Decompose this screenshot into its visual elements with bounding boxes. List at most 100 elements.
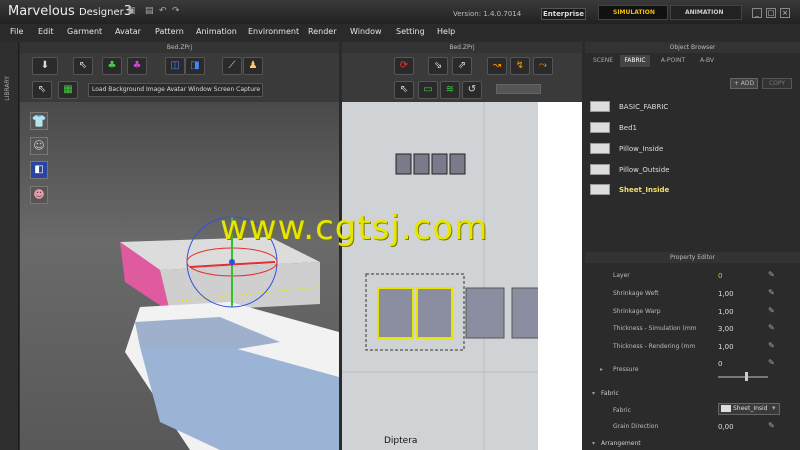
pattern-piece[interactable]: [431, 153, 448, 175]
gizmo-center[interactable]: [229, 259, 235, 265]
section-fabric[interactable]: Fabric: [601, 390, 619, 397]
viewport-3d[interactable]: [20, 102, 339, 450]
maximize-icon[interactable]: □: [766, 8, 776, 18]
open-folder-icon[interactable]: ▤: [145, 7, 156, 16]
fabric-item[interactable]: Pillow_Outside: [590, 161, 790, 179]
panel-title-3d: Bed.ZPrj: [20, 42, 339, 53]
prop-value[interactable]: 1,00: [718, 308, 734, 316]
seam-icon[interactable]: ⤳: [533, 57, 553, 75]
pattern-piece[interactable]: [465, 287, 505, 339]
menu-setting[interactable]: Setting: [396, 27, 425, 36]
fabric-swatch: [590, 143, 610, 154]
fold-icon[interactable]: ◫: [165, 57, 185, 75]
refresh-icon[interactable]: ⟳: [394, 57, 414, 75]
copy-button[interactable]: COPY: [762, 78, 792, 89]
avatar-pose-icon[interactable]: ♟: [243, 57, 263, 75]
pattern-piece[interactable]: [449, 153, 466, 175]
select-point-icon[interactable]: ⇖: [32, 81, 52, 99]
tab-scene[interactable]: SCENE: [588, 55, 618, 67]
redo-icon[interactable]: ↷: [172, 7, 183, 16]
menu-environment[interactable]: Environment: [248, 27, 299, 36]
internal-line-icon[interactable]: ⇖: [394, 81, 414, 99]
pattern-piece[interactable]: [413, 153, 430, 175]
menu-garment[interactable]: Garment: [67, 27, 102, 36]
curve-point-icon[interactable]: ↝: [487, 57, 507, 75]
texture-view-icon[interactable]: ◧: [30, 161, 48, 179]
menu-avatar[interactable]: Avatar: [115, 27, 141, 36]
menu-animation[interactable]: Animation: [196, 27, 237, 36]
measure-icon[interactable]: ⟋: [222, 57, 242, 75]
add-point-icon[interactable]: ↯: [510, 57, 530, 75]
pattern-piece-selected[interactable]: [377, 287, 414, 339]
unfold-icon[interactable]: ◨: [185, 57, 205, 75]
prop-value[interactable]: 0: [718, 272, 722, 280]
fabric-item[interactable]: Pillow_Inside: [590, 140, 790, 158]
prop-label: Layer: [613, 272, 630, 279]
prop-label: Grain Direction: [613, 423, 659, 430]
library-tab[interactable]: LIBRARY: [4, 76, 11, 101]
slider-control[interactable]: [496, 84, 541, 94]
pressure-slider-handle[interactable]: [745, 372, 748, 381]
prop-value[interactable]: 3,00: [718, 325, 734, 333]
avatar-view-icon[interactable]: ☺: [30, 137, 48, 155]
pattern-piece-selected[interactable]: [416, 287, 453, 339]
rectangle-icon[interactable]: ▭: [418, 81, 438, 99]
pin-icon[interactable]: ✎: [768, 341, 775, 350]
animation-mode-button[interactable]: ANIMATION: [670, 5, 742, 20]
tab-a-bv[interactable]: A-BV: [694, 55, 720, 67]
menu-render[interactable]: Render: [308, 27, 336, 36]
pattern-piece[interactable]: [511, 287, 541, 339]
fabric-item[interactable]: Bed1: [590, 119, 790, 137]
pin-icon[interactable]: ✎: [768, 358, 775, 367]
fabric-item-selected[interactable]: Sheet_Inside: [590, 181, 790, 199]
pin-icon[interactable]: ✎: [768, 288, 775, 297]
prop-value[interactable]: 0: [718, 360, 722, 368]
prop-value[interactable]: 1,00: [718, 290, 734, 298]
prop-label: Thickness - Rendering (mm: [613, 343, 696, 350]
expand-icon[interactable]: ▸: [600, 366, 603, 373]
menu-window[interactable]: Window: [350, 27, 382, 36]
fabric-select-swatch: [721, 405, 731, 412]
section-arrangement[interactable]: Arrangement: [601, 440, 641, 447]
garment-pin-icon[interactable]: ♣: [127, 57, 147, 75]
prop-value[interactable]: 1,00: [718, 343, 734, 351]
collapse-icon[interactable]: ▾: [592, 440, 595, 447]
garment-icon[interactable]: ♣: [102, 57, 122, 75]
prop-label: Pressure: [613, 366, 639, 373]
garment-view-icon[interactable]: 👕: [30, 112, 48, 130]
pattern-piece[interactable]: [395, 153, 412, 175]
edit-point-icon[interactable]: ⇗: [452, 57, 472, 75]
watermark: www.cgtsj.com: [220, 208, 489, 248]
fabric-name: Pillow_Inside: [619, 145, 664, 153]
menu-file[interactable]: File: [10, 27, 23, 36]
save-icon[interactable]: ▣: [127, 7, 138, 16]
chevron-down-icon[interactable]: ▾: [772, 404, 776, 412]
add-button[interactable]: + ADD: [730, 78, 758, 89]
minimize-icon[interactable]: _: [752, 8, 762, 18]
pressure-slider[interactable]: [718, 376, 768, 378]
menu-pattern[interactable]: Pattern: [155, 27, 184, 36]
select-move-icon[interactable]: ⇖: [73, 57, 93, 75]
menu-help[interactable]: Help: [437, 27, 455, 36]
menu-edit[interactable]: Edit: [38, 27, 54, 36]
prop-value[interactable]: 0,00: [718, 423, 734, 431]
toolbar-text-buttons[interactable]: Load Background Image Avatar Window Scre…: [88, 83, 263, 97]
edition-badge: Enterprise: [541, 8, 586, 20]
pin-icon[interactable]: ✎: [768, 323, 775, 332]
collapse-icon[interactable]: ▾: [592, 390, 595, 397]
polygon-icon[interactable]: ≋: [440, 81, 460, 99]
pin-icon[interactable]: ✎: [768, 306, 775, 315]
tab-fabric[interactable]: FABRIC: [620, 55, 650, 67]
skin-view-icon[interactable]: ☻: [30, 186, 48, 204]
fabric-item[interactable]: BASIC_FABRIC: [590, 98, 790, 116]
grid-icon[interactable]: ▦: [58, 81, 78, 99]
transform-pattern-icon[interactable]: ⇘: [428, 57, 448, 75]
close-icon[interactable]: ×: [780, 8, 790, 18]
simulation-mode-button[interactable]: SIMULATION: [598, 5, 668, 20]
pin-icon[interactable]: ✎: [768, 270, 775, 279]
pin-icon[interactable]: ✎: [768, 421, 775, 430]
arrow-down-icon[interactable]: ⬇: [32, 57, 58, 75]
tab-a-point[interactable]: A-POINT: [655, 55, 691, 67]
undo-icon[interactable]: ↶: [159, 7, 170, 16]
circle-icon[interactable]: ↺: [462, 81, 482, 99]
